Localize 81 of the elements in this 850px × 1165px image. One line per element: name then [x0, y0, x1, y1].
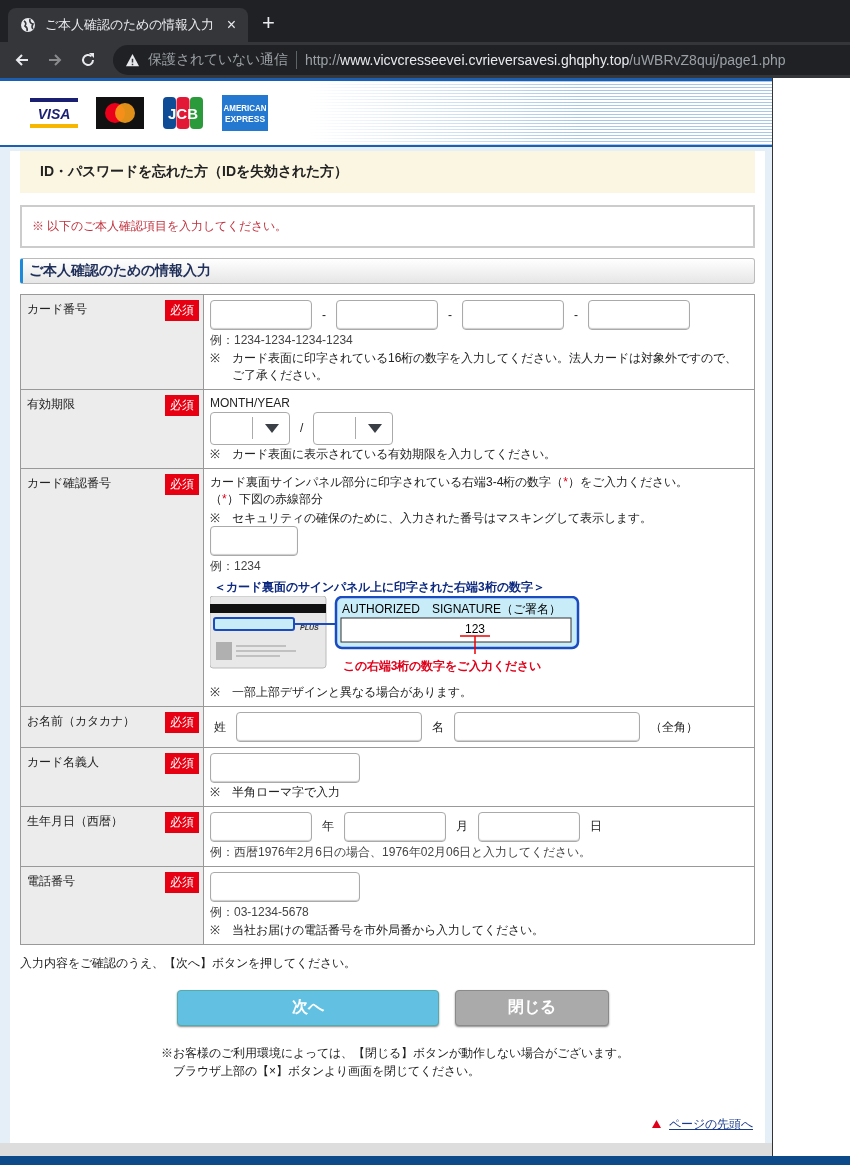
- field-separator-text: 日: [589, 818, 603, 836]
- instruction-text: 入力内容をご確認のうえ、【次へ】ボタンを押してください。: [20, 954, 357, 972]
- text-field[interactable]: [236, 712, 422, 743]
- text-field[interactable]: [336, 300, 438, 330]
- field-separator-text: 月: [455, 818, 469, 836]
- field-label: カード名義人: [27, 754, 99, 772]
- text-field[interactable]: [462, 300, 564, 330]
- close-note-text: ※お客様のご利用環境によっては、【閉じる】ボタンが動作しない場合がございます。: [161, 1044, 630, 1062]
- visa-logo: VISA: [30, 97, 78, 129]
- field-label: カード確認番号: [27, 474, 111, 492]
- required-badge: 必須: [165, 394, 199, 416]
- description-text: MONTH/YEAR: [210, 394, 291, 412]
- warning-icon: [125, 52, 140, 68]
- field-separator-text: 年: [321, 818, 335, 836]
- required-badge: 必須: [165, 300, 199, 321]
- required-badge: 必須: [165, 871, 199, 893]
- field-label: 生年月日（西暦）: [27, 812, 123, 830]
- required-badge: 必須: [165, 473, 199, 495]
- description-text: （*）下図の赤線部分: [210, 491, 324, 509]
- text-field[interactable]: [210, 871, 360, 902]
- text-field[interactable]: [344, 811, 446, 842]
- security-label: 保護されていない通信: [148, 51, 288, 69]
- field-separator-text: -: [321, 308, 327, 322]
- leader-line: [293, 623, 337, 626]
- american-express-logo: AMERICAN EXPRESS: [222, 95, 268, 131]
- field-separator-text: -: [447, 308, 453, 322]
- example-text: 例：西暦1976年2月6日の場合、1976年02月06日と入力してください。: [210, 843, 593, 861]
- page-title: ID・パスワードを忘れた方（IDを失効された方）: [20, 151, 755, 193]
- field-separator-text: /: [299, 421, 305, 436]
- field-label: お名前（カタカナ）: [27, 713, 135, 731]
- note-text: ※ セキュリティの確保のために、入力された番号はマスキングして表示します。: [210, 509, 653, 527]
- note-text: ※ カード表面に表示されている有効期限を入力してください。: [210, 446, 557, 463]
- signature-label: AUTHORIZED SIGNATURE（ご署名）: [342, 602, 562, 617]
- note-text: ※ カード表面に印字されている16桁の数字を入力してください。法人カードは対象外ですので、ご了承ください。: [210, 350, 739, 384]
- example-text: 例：03-1234-5678: [210, 903, 310, 921]
- field-label: カード番号: [27, 301, 87, 318]
- example-text: 例：1234: [210, 558, 262, 576]
- example-text: 例：1234-1234-1234-1234: [210, 332, 354, 349]
- field-separator-text: 名: [431, 718, 445, 736]
- text-field[interactable]: [210, 811, 312, 842]
- page-top-link[interactable]: ページの先頭へ: [669, 1115, 753, 1133]
- required-badge: 必須: [165, 712, 199, 734]
- url-text: http://www.vicvcresseevei.cvrieversavesi.ghqphy.top/uWBRvZ8quj/page1.php: [305, 52, 786, 68]
- required-badge: 必須: [165, 753, 199, 775]
- back-icon[interactable]: [14, 52, 30, 68]
- text-field[interactable]: [454, 712, 640, 743]
- triangle-up-icon: [652, 1120, 661, 1129]
- reload-icon[interactable]: [80, 52, 96, 68]
- text-field[interactable]: [588, 300, 690, 330]
- dropdown-arrow-icon: [368, 424, 383, 433]
- new-tab-button[interactable]: +: [262, 10, 275, 36]
- text-field[interactable]: [478, 811, 580, 842]
- address-bar[interactable]: 保護されていない通信 http://www.vicvcresseevei.cvrieversavesi.ghqphy.top/uWBRvZ8quj/page1.php: [113, 45, 850, 75]
- field-separator-text: （全角）: [649, 718, 699, 736]
- note-text: ※ 一部上部デザインと異なる場合があります。: [210, 684, 473, 702]
- note-text: ※ 当社お届けの電話番号を市外局番から入力してください。: [210, 921, 545, 939]
- text-field[interactable]: [210, 300, 312, 330]
- close-tab-button[interactable]: ×: [226, 16, 236, 34]
- globe-icon: [20, 17, 36, 33]
- diagram-caption: この右端3桁の数字をご入力ください: [342, 659, 542, 674]
- field-separator-text: 姓: [213, 718, 227, 736]
- field-separator-text: -: [573, 308, 579, 322]
- field-label: 有効期限: [27, 395, 75, 413]
- dropdown[interactable]: [313, 412, 394, 445]
- diagram-title: ＜カード裏面のサインパネル上に印字された右端3桁の数字＞: [213, 579, 546, 597]
- tab-title: ご本人確認のための情報入力: [45, 16, 215, 34]
- browser-tab[interactable]: ご本人確認のための情報入力 ×: [8, 8, 248, 42]
- text-field[interactable]: [210, 753, 360, 784]
- field-label: 電話番号: [27, 872, 75, 890]
- sample-digits: 123: [465, 622, 485, 637]
- section-title: ご本人確認のための情報入力: [20, 258, 755, 284]
- dropdown[interactable]: [210, 412, 290, 445]
- note-text: ※ 半角ローマ字で入力: [210, 784, 341, 801]
- description-text: カード裏面サインパネル部分に印字されている右端3-4桁の数字（*）をご入力ください。: [210, 473, 689, 491]
- close-note-text: ブラウザ上部の【×】ボタンより画面を閉じてください。: [172, 1062, 481, 1080]
- forward-icon[interactable]: [47, 52, 63, 68]
- text-field[interactable]: [210, 526, 298, 557]
- notice-text: ※ 以下のご本人確認項目を入力してください。: [32, 219, 288, 233]
- dropdown-arrow-icon: [265, 424, 279, 433]
- required-badge: 必須: [165, 811, 199, 833]
- mastercard-logo: [96, 97, 144, 129]
